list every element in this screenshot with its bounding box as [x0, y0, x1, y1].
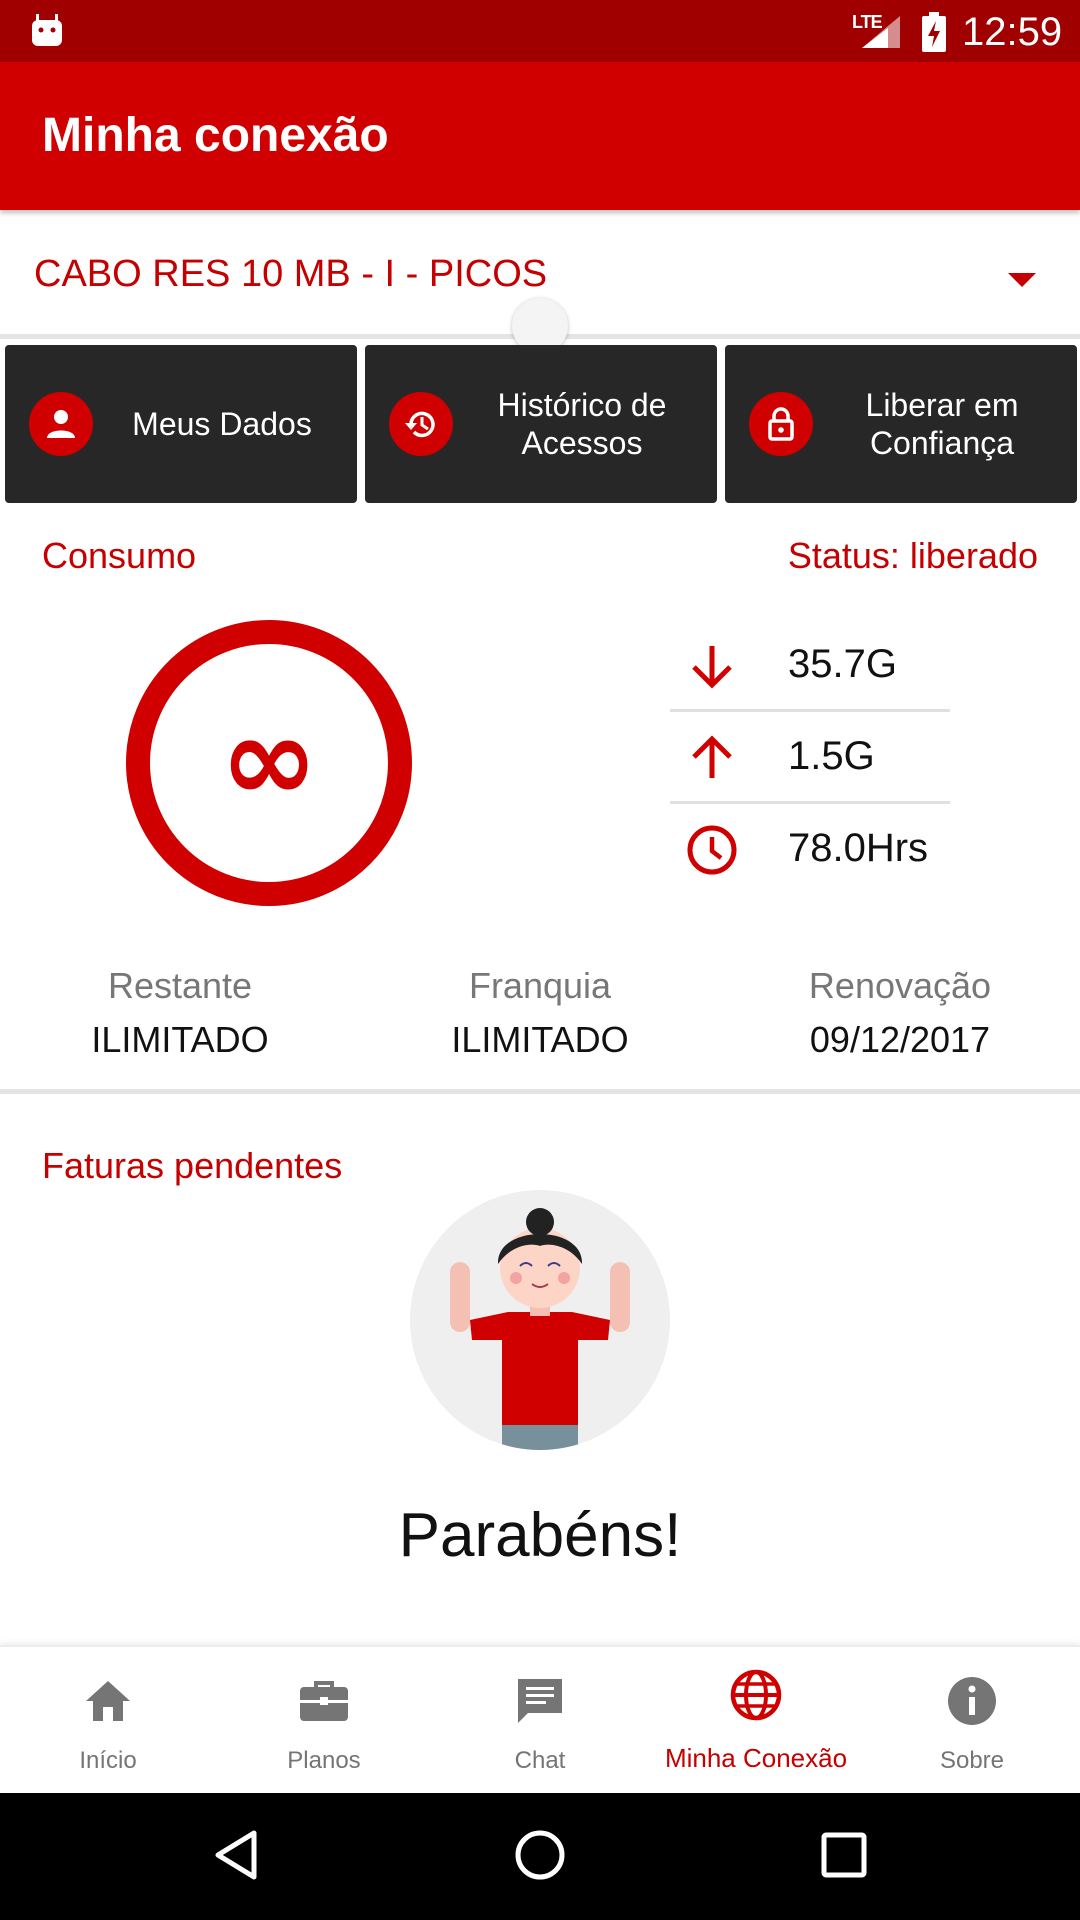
- congrats-message: Parabéns!: [398, 1501, 682, 1570]
- stat-value: 09/12/2017: [809, 1019, 991, 1060]
- nav-label: Minha Conexão: [664, 1743, 848, 1773]
- nav-item-planos[interactable]: Planos: [216, 1647, 432, 1795]
- historico-acessos-label: Histórico de Acessos: [497, 387, 667, 461]
- nav-item-chat[interactable]: Chat: [432, 1647, 648, 1795]
- bottom-navigation: Início Planos Chat Minha Conexão Sobre: [0, 1645, 1080, 1793]
- battery-charging-icon: [922, 12, 946, 52]
- download-value: 35.7G: [788, 642, 897, 686]
- dropdown-caret-icon: [1008, 273, 1036, 287]
- globe-icon: [730, 1669, 782, 1721]
- app-bar: Minha conexão: [0, 62, 1080, 210]
- nav-item-inicio[interactable]: Início: [0, 1647, 216, 1795]
- liberar-confianca-label: Liberar em Confiança: [865, 387, 1019, 461]
- divider: [0, 1089, 1080, 1094]
- nav-item-sobre[interactable]: Sobre: [864, 1647, 1080, 1795]
- connection-status: Status: liberado: [787, 535, 1038, 576]
- stat-label: Renovação: [808, 965, 992, 1006]
- person-icon: [29, 392, 93, 456]
- arrow-up-icon: [692, 735, 732, 778]
- arrow-down-icon: [692, 646, 732, 689]
- stat-restante: Restante ILIMITADO: [0, 965, 360, 1061]
- stat-renovacao: Renovação 09/12/2017: [720, 965, 1080, 1061]
- usage-list: 35.7G 1.5G 78.0Hrs: [670, 620, 950, 896]
- infinity-symbol: ∞: [220, 690, 318, 828]
- briefcase-icon: [300, 1681, 348, 1721]
- hours-value: 78.0Hrs: [788, 826, 929, 870]
- faturas-section-title: Faturas pendentes: [42, 1145, 343, 1186]
- status-clock: 12:59: [962, 10, 1063, 54]
- gauge-ring: ∞: [126, 620, 412, 906]
- home-circle-icon[interactable]: [510, 1825, 570, 1885]
- android-notification-icon: [32, 14, 62, 46]
- status-bar: LTE 12:59: [0, 0, 1080, 62]
- stat-label: Franquia: [468, 965, 612, 1006]
- download-row: 35.7G: [670, 620, 950, 712]
- nav-label: Chat: [514, 1747, 566, 1774]
- liberar-confianca-button[interactable]: Liberar em Confiança: [725, 345, 1077, 503]
- happy-person-illustration: [410, 1190, 670, 1450]
- historico-acessos-button[interactable]: Histórico de Acessos: [365, 345, 717, 503]
- action-buttons-row: Meus Dados Histórico de Acessos Liberar …: [0, 345, 1080, 503]
- home-icon: [86, 1681, 130, 1721]
- meus-dados-label: Meus Dados: [132, 406, 312, 442]
- stat-label: Restante: [107, 965, 253, 1006]
- stat-franquia: Franquia ILIMITADO: [360, 965, 720, 1061]
- nav-label: Planos: [287, 1747, 361, 1774]
- hours-row: 78.0Hrs: [670, 804, 950, 896]
- plan-selector-value: CABO RES 10 MB - I - PICOS: [34, 253, 548, 295]
- plan-stats: Restante ILIMITADO Franquia ILIMITADO Re…: [0, 965, 1080, 1065]
- stat-value: ILIMITADO: [91, 1019, 269, 1060]
- consumption-gauge: ∞: [124, 618, 414, 908]
- chat-icon: [518, 1679, 562, 1723]
- upload-row: 1.5G: [670, 712, 950, 804]
- stat-value: ILIMITADO: [451, 1019, 629, 1060]
- nav-label: Início: [79, 1747, 137, 1774]
- recents-icon[interactable]: [814, 1825, 874, 1885]
- history-icon: [389, 392, 453, 456]
- meus-dados-button[interactable]: Meus Dados: [5, 345, 357, 503]
- signal-icon: [862, 16, 900, 48]
- clock-icon: [687, 825, 737, 875]
- page-title: Minha conexão: [42, 109, 389, 162]
- system-navigation-bar: [0, 1793, 1080, 1920]
- nav-label: Sobre: [939, 1747, 1005, 1774]
- consumo-section-title: Consumo: [42, 535, 197, 576]
- back-icon[interactable]: [206, 1825, 266, 1885]
- info-icon: [948, 1677, 996, 1725]
- lock-icon: [749, 392, 813, 456]
- upload-value: 1.5G: [788, 734, 875, 778]
- nav-item-minha-conexao[interactable]: Minha Conexão: [648, 1647, 864, 1795]
